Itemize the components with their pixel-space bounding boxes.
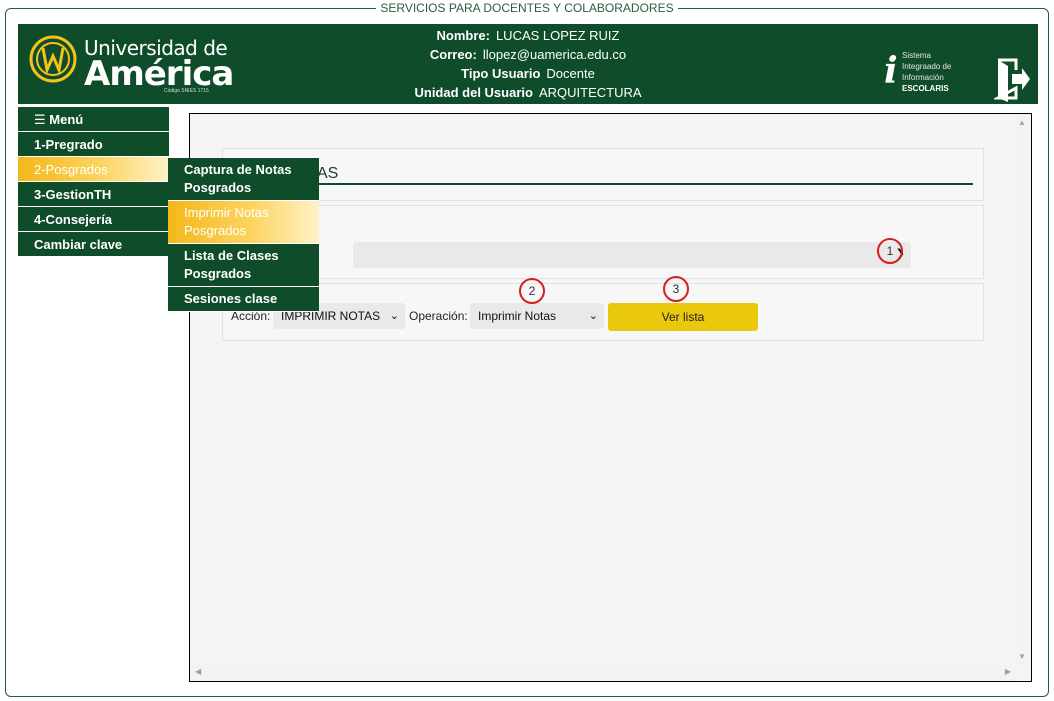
name-label: Nombre: — [436, 28, 490, 43]
escolaris-line2: Integraado de — [902, 62, 952, 71]
scroll-right-icon[interactable]: ▶ — [1005, 667, 1011, 676]
vertical-scrollbar[interactable]: ▲ ▼ — [1014, 114, 1031, 665]
chevron-down-icon: ⌄ — [389, 310, 399, 322]
action-panel: Acción: IMPRIMIR NOTAS ⌄ Operación: Impr… — [222, 283, 984, 341]
user-email: llopez@uamerica.edu.co — [482, 47, 627, 62]
user-unit: ARQUITECTURA — [538, 85, 642, 100]
operacion-select[interactable]: Imprimir Notas ⌄ — [470, 303, 604, 329]
info-i-icon: i — [884, 50, 898, 92]
step-badge-3: 3 — [663, 276, 689, 302]
menu-item-consejeria[interactable]: 4-Consejería — [18, 207, 169, 232]
type-label: Tipo Usuario — [461, 66, 541, 81]
escolaris-line3: Información — [902, 73, 944, 82]
scroll-up-icon[interactable]: ▲ — [1018, 118, 1026, 127]
logout-icon[interactable] — [994, 56, 1032, 102]
escolaris-line1: Sistema — [902, 51, 931, 60]
ver-lista-button[interactable]: Ver lista — [608, 303, 758, 331]
submenu-item-captura-notas[interactable]: Captura de Notas Posgrados — [168, 158, 319, 201]
section-title: AS — [243, 165, 973, 185]
step-badge-1: 1 — [877, 238, 903, 264]
logo-title-line2: América — [84, 54, 234, 94]
filter-panel: ❯ — [222, 205, 984, 279]
menu-item-gestionth[interactable]: 3-GestionTH — [18, 182, 169, 207]
logo-code: Código SNIES 1715 — [164, 88, 209, 94]
header-banner: Universidad de América Código SNIES 1715… — [18, 24, 1038, 104]
horizontal-scrollbar[interactable]: ◀ ▶ — [190, 664, 1016, 681]
university-seal-icon — [29, 35, 77, 83]
escolaris-logo: i Sistema Integraado de Información ESCO… — [884, 50, 964, 100]
submenu-item-imprimir-notas[interactable]: Imprimir Notas Posgrados — [168, 201, 319, 244]
menu-item-cambiar-clave[interactable]: Cambiar clave — [18, 232, 169, 257]
section-title-panel: AS — [222, 148, 984, 201]
user-type: Docente — [546, 66, 595, 81]
scroll-left-icon[interactable]: ◀ — [195, 667, 201, 676]
escolaris-line4: ESCOLARIS — [902, 84, 949, 93]
step-badge-2: 2 — [519, 278, 545, 304]
email-label: Correo: — [429, 47, 477, 62]
user-name: LUCAS LOPEZ RUIZ — [495, 28, 620, 43]
frame-legend: SERVICIOS PARA DOCENTES Y COLABORADORES — [0, 1, 1054, 15]
side-menu: ☰ Menú 1-Pregrado 2-Posgrados 3-GestionT… — [18, 107, 169, 257]
menu-item-posgrados[interactable]: 2-Posgrados — [18, 157, 169, 182]
unit-label: Unidad del Usuario — [414, 85, 533, 100]
posgrados-submenu: Captura de Notas Posgrados Imprimir Nota… — [168, 158, 319, 312]
menu-toggle-button[interactable]: ☰ Menú — [18, 107, 169, 132]
operacion-value: Imprimir Notas — [478, 309, 557, 323]
course-select[interactable]: ❯ — [353, 242, 911, 268]
chevron-down-icon: ⌄ — [588, 310, 598, 322]
submenu-item-sesiones-clase[interactable]: Sesiones clase — [168, 287, 319, 312]
submenu-item-lista-clases[interactable]: Lista de Clases Posgrados — [168, 244, 319, 287]
operacion-label: Operación: — [409, 309, 468, 323]
menu-item-pregrado[interactable]: 1-Pregrado — [18, 132, 169, 157]
user-info: Nombre: LUCAS LOPEZ RUIZ Correo: llopez@ua… — [318, 26, 738, 102]
scroll-down-icon[interactable]: ▼ — [1018, 652, 1026, 661]
